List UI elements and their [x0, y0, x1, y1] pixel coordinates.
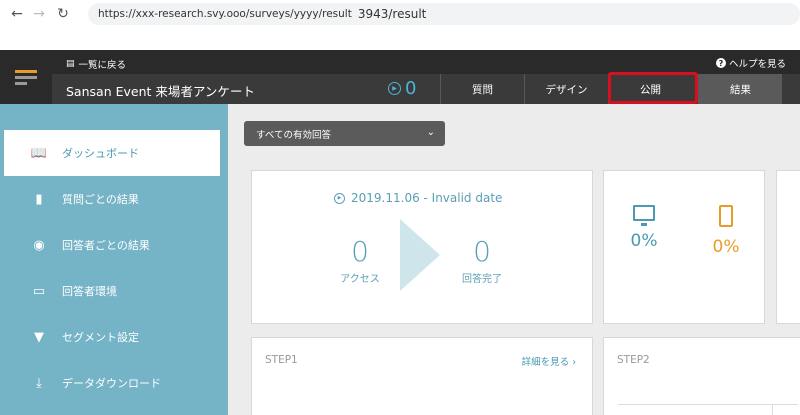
sidebar: 📖 ダッシュボード ▮ 質問ごとの結果 ◉ 回答者ごとの結果 ▭ 回答者環境 ▼… [0, 104, 228, 415]
arrow-triangle-icon [400, 219, 440, 291]
date-range-text: 2019.11.06 - Invalid date [351, 191, 503, 205]
menu-logo-icon[interactable] [0, 50, 52, 104]
url-extra-text: 3943/result [357, 7, 427, 21]
sidebar-item-label: 回答者環境 [62, 285, 117, 298]
counter-value: 0 [405, 78, 417, 99]
sidebar-item-environment[interactable]: ▭ 回答者環境 [0, 268, 228, 314]
download-icon: ⤓ [36, 375, 42, 391]
page-top-gap [0, 28, 800, 50]
filter-label: すべての有効回答 [256, 129, 331, 141]
answer-filter-select[interactable]: すべての有効回答 ⌄ [244, 121, 445, 146]
pc-stat: 0% [624, 205, 664, 251]
sidebar-item-label: ダッシュボード [62, 147, 139, 160]
complete-value: 0 [473, 235, 491, 268]
access-stat: 0 アクセス [338, 235, 382, 285]
sidebar-item-dashboard[interactable]: 📖 ダッシュボード [4, 130, 220, 176]
tab-questions[interactable]: 質問 [440, 74, 524, 104]
monitor-icon [633, 205, 655, 226]
sidebar-item-label: 質問ごとの結果 [62, 193, 139, 206]
reload-icon[interactable]: ↻ [52, 3, 74, 25]
sidebar-item-download[interactable]: ⤓ データダウンロード [0, 360, 228, 406]
bar-chart-icon: ▮ [35, 191, 43, 207]
monitor-icon: ▭ [32, 283, 46, 299]
devices-card: 0% 0% [603, 170, 765, 324]
book-icon: 📖 [30, 145, 48, 161]
divider [772, 404, 773, 415]
details-label: 詳細を見る [521, 357, 570, 368]
browser-toolbar: ← → ↻ https://xxx-research.svy.ooo/surve… [0, 0, 800, 28]
sidebar-item-label: データダウンロード [62, 377, 161, 390]
forward-arrow-icon[interactable]: → [28, 3, 50, 25]
play-icon: ▶ [388, 82, 401, 95]
sidebar-item-question-results[interactable]: ▮ 質問ごとの結果 [0, 176, 228, 222]
chevron-right-icon: › [572, 357, 576, 368]
sidebar-item-label: セグメント設定 [62, 331, 139, 344]
help-link[interactable]: ? ヘルプを見る [715, 56, 786, 70]
user-circle-icon: ◉ [33, 237, 45, 253]
back-arrow-icon[interactable]: ← [6, 3, 28, 25]
help-icon: ? [715, 58, 726, 68]
divider [618, 404, 798, 405]
back-to-list-link[interactable]: ▤ 一覧に戻る [66, 57, 126, 71]
access-label: アクセス [340, 274, 380, 285]
complete-label: 回答完了 [462, 274, 502, 285]
sidebar-item-label: 回答者ごとの結果 [62, 239, 150, 252]
response-counter: ▶ 0 [388, 78, 416, 99]
smartphone-percent: 0% [712, 237, 740, 257]
access-value: 0 [351, 235, 369, 268]
complete-stat: 0 回答完了 [458, 235, 506, 285]
partial-card [776, 170, 800, 324]
highlight-box [608, 72, 698, 104]
step1-card: STEP1 詳細を見る › [251, 337, 593, 415]
filter-icon: ▼ [34, 329, 44, 345]
address-bar[interactable]: https://xxx-research.svy.ooo/surveys/yyy… [88, 3, 800, 25]
step2-card: STEP2 [603, 337, 800, 415]
survey-title: Sansan Event 来場者アンケート [66, 84, 255, 99]
back-to-list-label: 一覧に戻る [78, 60, 127, 71]
chevron-down-icon: ⌄ [426, 127, 435, 138]
play-icon: ▶ [334, 192, 345, 204]
sidebar-item-respondent-results[interactable]: ◉ 回答者ごとの結果 [0, 222, 228, 268]
date-range: ▶ 2019.11.06 - Invalid date [334, 191, 502, 205]
smartphone-stat: 0% [706, 205, 746, 257]
sidebar-item-segment[interactable]: ▼ セグメント設定 [0, 314, 228, 360]
app-header: ▤ 一覧に戻る ? ヘルプを見る Sansan Event 来場者アンケート ▶… [0, 50, 800, 104]
help-label: ヘルプを見る [728, 59, 786, 70]
inbox-icon: ▤ [66, 59, 75, 69]
step1-title: STEP1 [265, 354, 298, 366]
stats-card: ▶ 2019.11.06 - Invalid date 0 アクセス 0 回答完… [251, 170, 593, 324]
step1-details-link[interactable]: 詳細を見る › [522, 354, 576, 368]
tab-design[interactable]: デザイン [524, 74, 608, 104]
smartphone-icon [719, 205, 733, 227]
pc-percent: 0% [630, 231, 658, 251]
step2-title: STEP2 [617, 354, 650, 366]
url-text: https://xxx-research.svy.ooo/surveys/yyy… [98, 8, 352, 20]
survey-bar: Sansan Event 来場者アンケート ▶ 0 質問 デザイン 公開 結果 [52, 72, 800, 104]
tab-results[interactable]: 結果 [698, 74, 782, 104]
